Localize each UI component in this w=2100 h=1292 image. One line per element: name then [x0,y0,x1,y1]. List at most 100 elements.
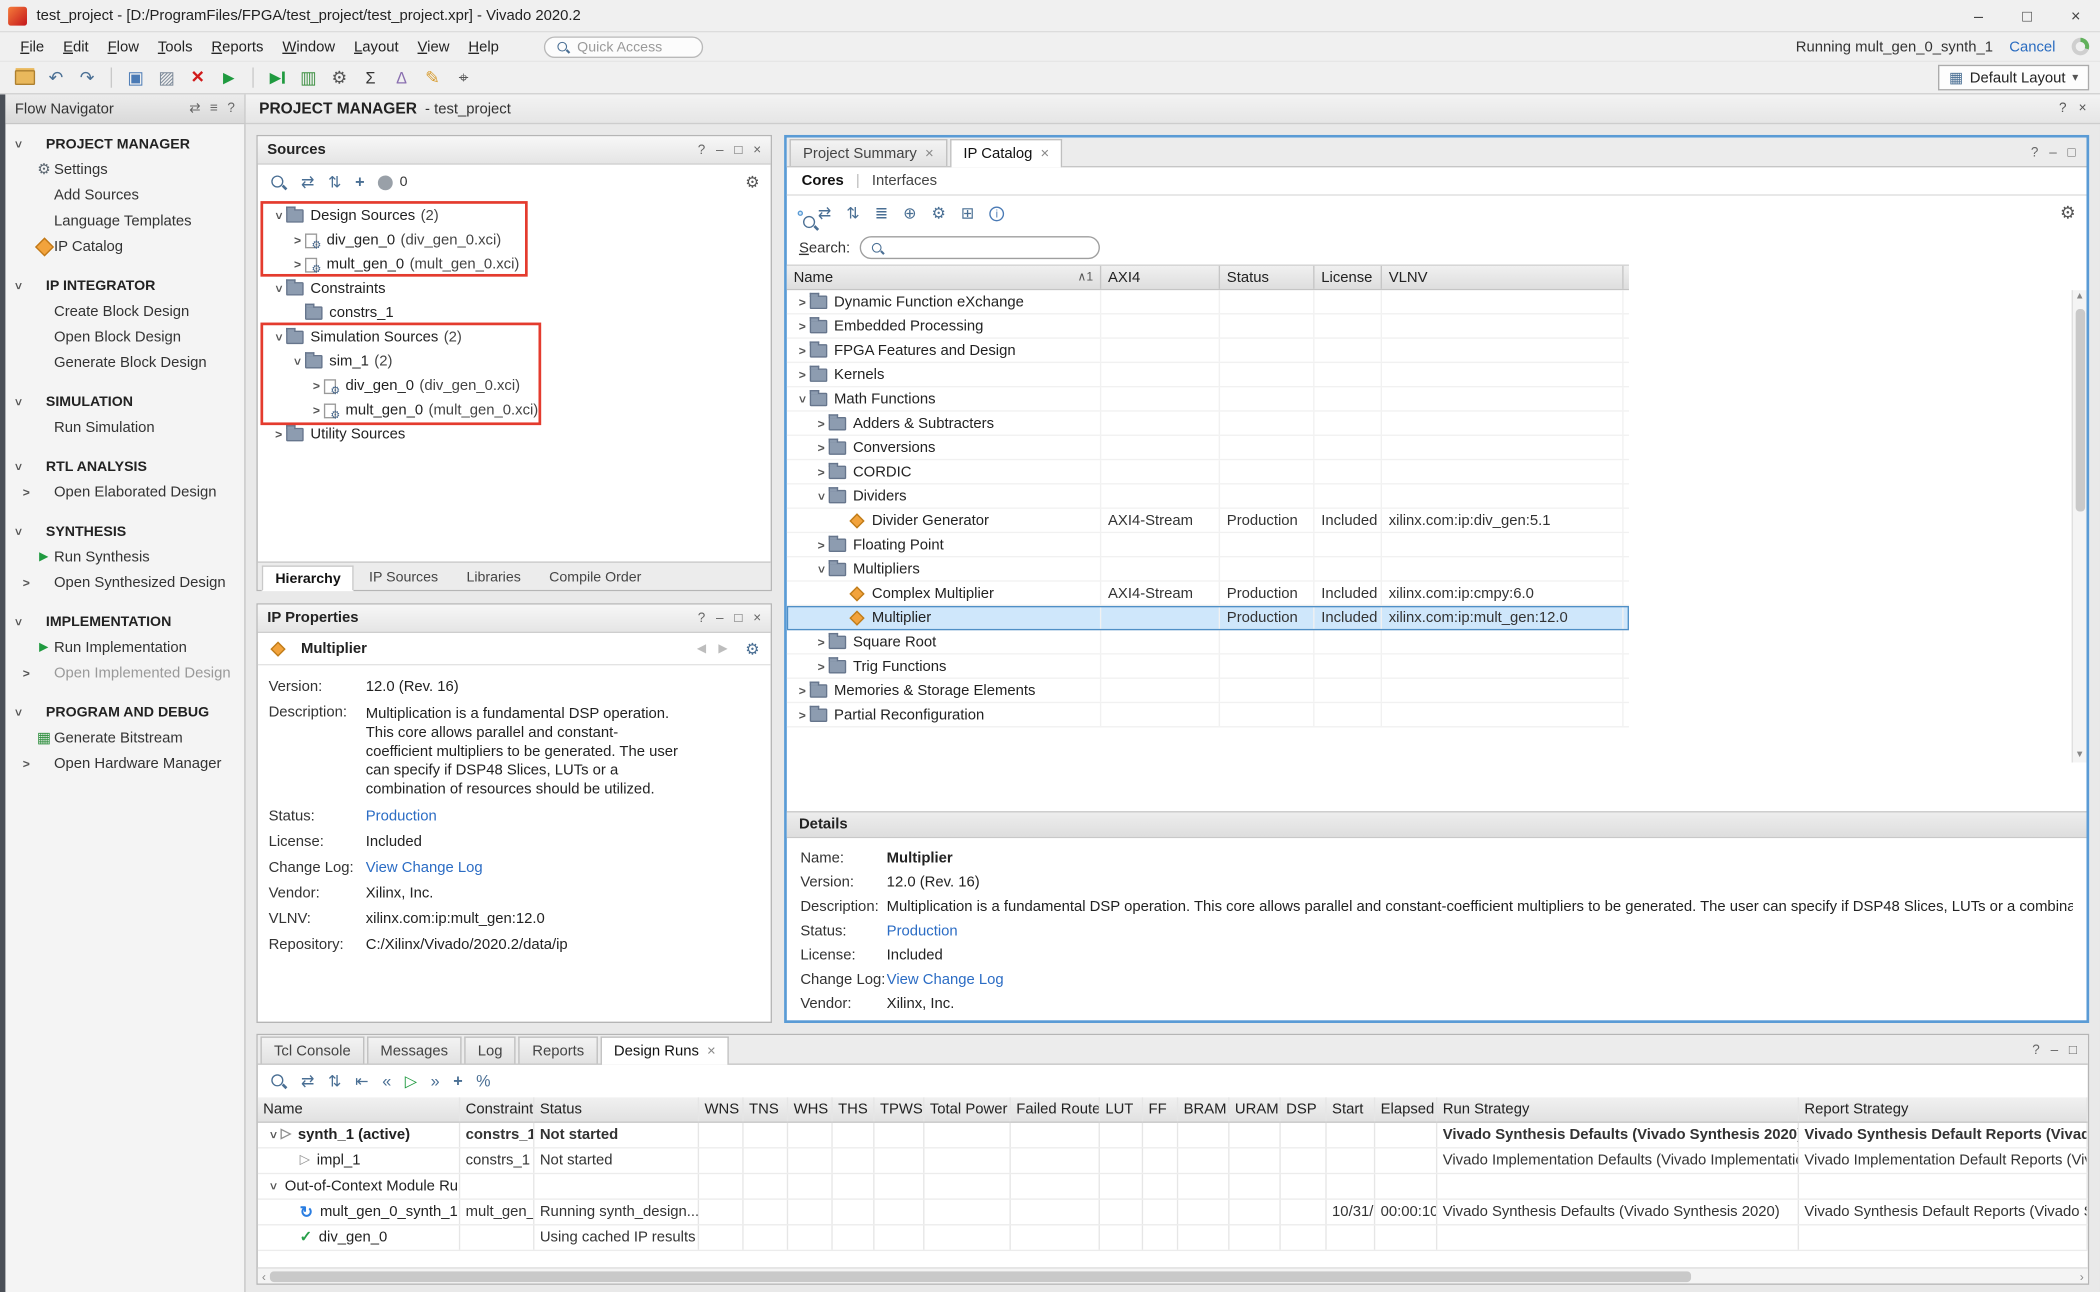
expander-icon[interactable] [814,562,829,575]
tree-item[interactable]: mult_gen_0 (mult_gen_0.xci) [263,398,770,422]
close-icon[interactable]: × [753,142,761,157]
column-header[interactable]: Total Power [924,1097,1010,1121]
hierarchy-view-icon[interactable]: ≣ [875,204,889,223]
add-ip-icon[interactable]: ⊕ [903,204,917,223]
info-icon[interactable]: i [989,206,1004,221]
column-header-vlnv[interactable]: VLNV [1382,266,1624,289]
flow-nav-row[interactable]: Add Sources [5,182,244,208]
flow-nav-row[interactable]: PROGRAM AND DEBUG [5,699,244,725]
tree-item[interactable]: Constraints [263,277,770,301]
column-header[interactable]: THS [833,1097,875,1121]
catalog-row[interactable]: Adders & Subtracters [787,412,1629,436]
column-header[interactable]: LUT [1100,1097,1143,1121]
menu-item[interactable]: Reports [202,36,273,58]
column-header[interactable]: DSP [1281,1097,1327,1121]
column-header[interactable]: Run Strategy [1437,1097,1799,1121]
catalog-row[interactable]: Complex Multiplier AXI4-Stream Productio… [787,582,1629,606]
tree-item[interactable]: Utility Sources [263,422,770,446]
help-icon[interactable]: ? [698,611,706,626]
flow-nav-row[interactable]: Language Templates [5,208,244,234]
expander-icon[interactable] [11,705,26,718]
expand-all-icon[interactable]: ⇅ [328,1072,342,1091]
column-header-status[interactable]: Status [1220,266,1314,289]
expander-icon[interactable] [271,428,286,441]
column-header-name[interactable]: Name ∧1 [787,266,1101,289]
column-header[interactable]: BRAM [1178,1097,1229,1121]
expander-icon[interactable] [814,416,829,429]
expander-icon[interactable] [814,489,829,502]
cancel-link[interactable]: Cancel [2009,38,2055,54]
catalog-row[interactable]: Dynamic Function eXchange [787,290,1629,314]
flow-nav-row[interactable]: Settings [5,157,244,183]
design-run-row[interactable]: Out-of-Context Module Runs [258,1174,2088,1200]
flow-nav-row[interactable]: Run Implementation [5,634,244,660]
expander-icon[interactable] [11,137,26,150]
sources-tab[interactable]: Libraries [453,564,534,590]
quick-access-input[interactable] [577,38,693,54]
scroll-down-icon[interactable]: ▼ [2075,749,2084,762]
add-sources-icon[interactable]: + [355,173,364,192]
maximize-icon[interactable]: □ [734,142,742,157]
column-header[interactable]: Start [1327,1097,1376,1121]
catalog-row[interactable]: FPGA Features and Design [787,339,1629,363]
catalog-row[interactable]: Partial Reconfiguration [787,703,1629,727]
column-header[interactable]: WHS [788,1097,833,1121]
flow-nav-menu-icon[interactable]: ≡ [210,101,218,116]
tree-item[interactable]: mult_gen_0 (mult_gen_0.xci) [263,252,770,276]
flow-nav-row[interactable]: Run Simulation [5,414,244,440]
column-header[interactable]: Elapsed [1375,1097,1437,1121]
bottom-tab[interactable]: Design Runs × [600,1036,729,1064]
minimize-icon[interactable]: – [2051,1043,2059,1058]
menu-item[interactable]: View [408,36,459,58]
bottom-tab[interactable]: Messages [367,1036,462,1063]
collapse-all-icon[interactable]: ⇄ [818,204,832,223]
expander-icon[interactable] [795,343,810,356]
search-icon[interactable] [269,173,288,192]
close-icon[interactable]: × [2079,101,2087,116]
tree-item[interactable]: Simulation Sources (2) [263,325,770,349]
gear-icon[interactable]: ⚙ [745,639,760,658]
minimize-icon[interactable]: – [2049,146,2057,161]
help-icon[interactable]: ? [2059,101,2067,116]
catalog-row[interactable]: Kernels [787,363,1629,387]
back-arrow-icon[interactable]: ◀ [697,641,706,656]
expander-icon[interactable] [795,319,810,332]
menu-item[interactable]: Window [273,36,345,58]
design-run-row[interactable]: div_gen_0 Using cached IP results [258,1225,2088,1251]
scroll-up-icon[interactable]: ▲ [2075,290,2084,303]
gear-icon[interactable]: ⚙ [745,173,760,192]
expander-icon[interactable] [795,684,810,697]
flow-nav-row[interactable]: Open Elaborated Design [5,479,244,505]
expander-icon[interactable] [814,538,829,551]
expander-icon[interactable] [19,576,34,589]
minimize-icon[interactable]: – [716,142,724,157]
design-run-row[interactable]: synth_1 (active) constrs_1 Not started [258,1123,2088,1149]
catalog-row[interactable]: Memories & Storage Elements [787,679,1629,703]
tree-item[interactable]: constrs_1 [263,301,770,325]
add-run-icon[interactable]: + [453,1072,462,1091]
design-run-row[interactable]: impl_1 constrs_1 Not started [258,1149,2088,1175]
collapse-all-icon[interactable]: ⇄ [301,1072,315,1091]
customize-ip-icon[interactable]: ⚙ [932,204,947,223]
menu-item[interactable]: Layout [345,36,408,58]
expander-icon[interactable] [795,392,810,405]
settings-gear-icon[interactable] [325,64,353,91]
flow-nav-row[interactable]: PROJECT MANAGER [5,131,244,157]
flow-nav-row[interactable]: IP Catalog [5,233,244,259]
collapse-all-icon[interactable]: ⇄ [301,173,315,192]
bottom-tab[interactable]: Log [464,1036,516,1063]
expander-icon[interactable] [814,659,829,672]
sources-tab[interactable]: IP Sources [356,564,452,590]
catalog-row[interactable]: Divider Generator AXI4-Stream Production… [787,509,1629,533]
maximize-button[interactable]: □ [2003,0,2052,31]
expander-icon[interactable] [19,485,34,498]
expander-icon[interactable] [11,615,26,628]
tree-item[interactable]: sim_1 (2) [263,350,770,374]
column-header[interactable]: Status [534,1097,699,1121]
paste-icon[interactable] [153,64,181,91]
run-icon[interactable] [215,64,243,91]
catalog-row[interactable]: Floating Point [787,533,1629,557]
catalog-search-input[interactable] [891,240,1092,256]
expander-icon[interactable] [11,279,26,292]
flow-nav-row[interactable]: SYNTHESIS [5,518,244,544]
